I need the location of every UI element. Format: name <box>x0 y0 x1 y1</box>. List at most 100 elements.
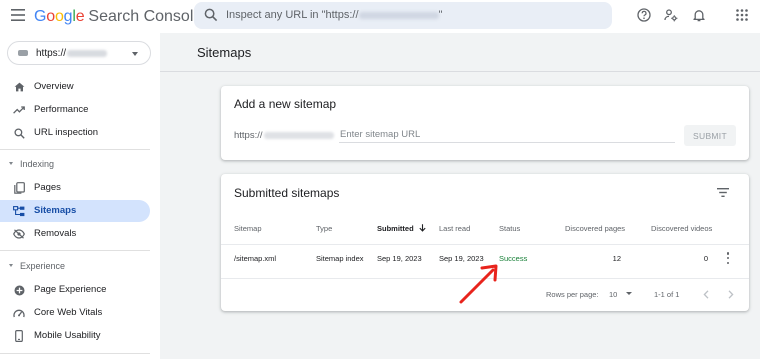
sidebar-item-performance[interactable]: Performance <box>0 99 150 121</box>
section-label: Indexing <box>20 159 55 169</box>
property-url: https:// <box>36 48 108 59</box>
column-header-sitemap[interactable]: Sitemap <box>234 224 262 233</box>
collapse-caret-icon <box>9 264 13 267</box>
page-experience-icon <box>13 284 25 296</box>
redacted-domain <box>358 11 439 19</box>
chevron-right-icon <box>728 289 734 299</box>
column-header-discovered-videos[interactable]: Discovered videos <box>651 224 712 233</box>
search-console-logo[interactable]: Google Search Console <box>34 8 202 26</box>
sitemap-icon <box>13 205 25 217</box>
top-app-bar: Google Search Console Inspect any URL in … <box>0 0 760 33</box>
manage-accounts-icon <box>664 9 678 22</box>
sidebar-divider <box>0 353 150 354</box>
search-icon <box>204 8 218 22</box>
rows-per-page-value: 10 <box>609 290 618 299</box>
sidebar-item-sitemaps[interactable]: Sitemaps <box>0 200 150 222</box>
pages-icon <box>13 182 25 194</box>
column-header-last-read[interactable]: Last read <box>439 224 470 233</box>
speed-icon <box>13 307 25 319</box>
url-prefix-text: https:// <box>234 130 263 141</box>
title-divider <box>160 71 760 72</box>
manage-users-button[interactable] <box>663 7 679 23</box>
row-more-options-button[interactable] <box>723 251 733 265</box>
help-button[interactable] <box>636 7 652 23</box>
sidebar-item-removals[interactable]: Removals <box>0 223 150 245</box>
more-vert-icon <box>726 252 730 255</box>
product-name: Search Console <box>88 8 203 25</box>
sidebar-item-label: Page Experience <box>34 284 107 295</box>
sidebar-item-label: Overview <box>34 81 74 92</box>
dropdown-arrow-icon <box>132 52 138 56</box>
redacted-domain <box>263 131 334 139</box>
previous-page-button[interactable] <box>700 288 712 300</box>
hamburger-menu-icon <box>11 9 25 21</box>
column-label: Submitted <box>377 224 414 233</box>
search-icon <box>13 127 25 139</box>
sidebar-divider <box>0 250 150 251</box>
submitted-sitemaps-title: Submitted sitemaps <box>234 186 340 200</box>
cell-submitted: Sep 19, 2023 <box>377 254 422 263</box>
sidebar-item-overview[interactable]: Overview <box>0 76 150 98</box>
cell-discovered-pages: 12 <box>612 254 621 263</box>
removals-icon <box>13 228 25 240</box>
property-favicon-icon <box>18 50 28 56</box>
add-sitemap-card: Add a new sitemap https:// SUBMIT <box>221 86 749 160</box>
redacted-domain <box>67 49 108 57</box>
sitemap-url-prefix: https:// <box>234 130 334 141</box>
property-selector[interactable]: https:// <box>7 41 151 65</box>
section-header-experience[interactable]: Experience <box>0 259 150 275</box>
search-input[interactable]: Inspect any URL in "https:// " <box>226 9 442 21</box>
sitemap-url-input[interactable] <box>339 127 675 143</box>
cell-discovered-videos: 0 <box>703 254 708 263</box>
column-header-type[interactable]: Type <box>316 224 332 233</box>
help-icon <box>637 8 651 22</box>
chevron-left-icon <box>703 289 709 299</box>
submit-button[interactable]: SUBMIT <box>684 125 736 146</box>
next-page-button[interactable] <box>725 288 737 300</box>
section-header-indexing[interactable]: Indexing <box>0 157 150 173</box>
search-placeholder: Inspect any URL in "https:// <box>226 9 359 21</box>
column-header-submitted[interactable]: Submitted <box>377 224 426 233</box>
sidebar-item-page-experience[interactable]: Page Experience <box>0 279 150 301</box>
sidebar-item-label: Core Web Vitals <box>34 307 103 318</box>
apps-grid-icon <box>736 9 748 21</box>
sidebar-item-pages[interactable]: Pages <box>0 177 150 199</box>
column-header-status[interactable]: Status <box>499 224 520 233</box>
google-apps-button[interactable] <box>734 7 750 23</box>
notifications-button[interactable] <box>691 7 707 23</box>
pagination-range: 1-1 of 1 <box>654 290 680 299</box>
cell-sitemap: /sitemap.xml <box>234 254 277 263</box>
main-menu-button[interactable] <box>8 5 28 25</box>
column-header-discovered-pages[interactable]: Discovered pages <box>565 224 625 233</box>
section-label: Experience <box>20 261 66 271</box>
google-wordmark: Google <box>34 8 85 25</box>
rows-per-page-label: Rows per page: <box>546 290 599 299</box>
trending-up-icon <box>13 104 25 116</box>
sidebar-item-core-web-vitals[interactable]: Core Web Vitals <box>0 302 150 324</box>
annotation-arrow-icon <box>459 264 498 304</box>
sidebar-item-label: Removals <box>34 228 77 239</box>
search-placeholder-tail: " <box>438 9 443 21</box>
sidebar: https:// Overview Performance URL inspec… <box>0 33 160 359</box>
url-inspection-search-bar[interactable]: Inspect any URL in "https:// " <box>194 2 612 29</box>
status-success: Success <box>499 254 528 263</box>
page-title: Sitemaps <box>197 45 252 60</box>
property-url-prefix: https:// <box>36 48 67 59</box>
sidebar-item-url-inspection[interactable]: URL inspection <box>0 122 150 144</box>
sidebar-divider <box>0 149 150 150</box>
home-icon <box>13 81 25 93</box>
filter-button[interactable] <box>716 185 730 199</box>
bell-icon <box>693 10 705 22</box>
dropdown-arrow-icon <box>626 292 632 295</box>
cell-type: Sitemap index <box>316 254 364 263</box>
sidebar-item-label: Sitemaps <box>34 205 77 216</box>
sort-arrow-down-icon <box>419 224 426 232</box>
header-divider <box>221 244 749 245</box>
collapse-caret-icon <box>9 162 13 165</box>
sidebar-item-mobile-usability[interactable]: Mobile Usability <box>0 325 150 347</box>
add-sitemap-title: Add a new sitemap <box>234 97 337 111</box>
rows-per-page-select[interactable]: 10 <box>609 288 635 300</box>
phone-icon <box>13 330 25 342</box>
filter-list-icon <box>717 187 729 197</box>
sidebar-item-label: Pages <box>34 182 61 193</box>
